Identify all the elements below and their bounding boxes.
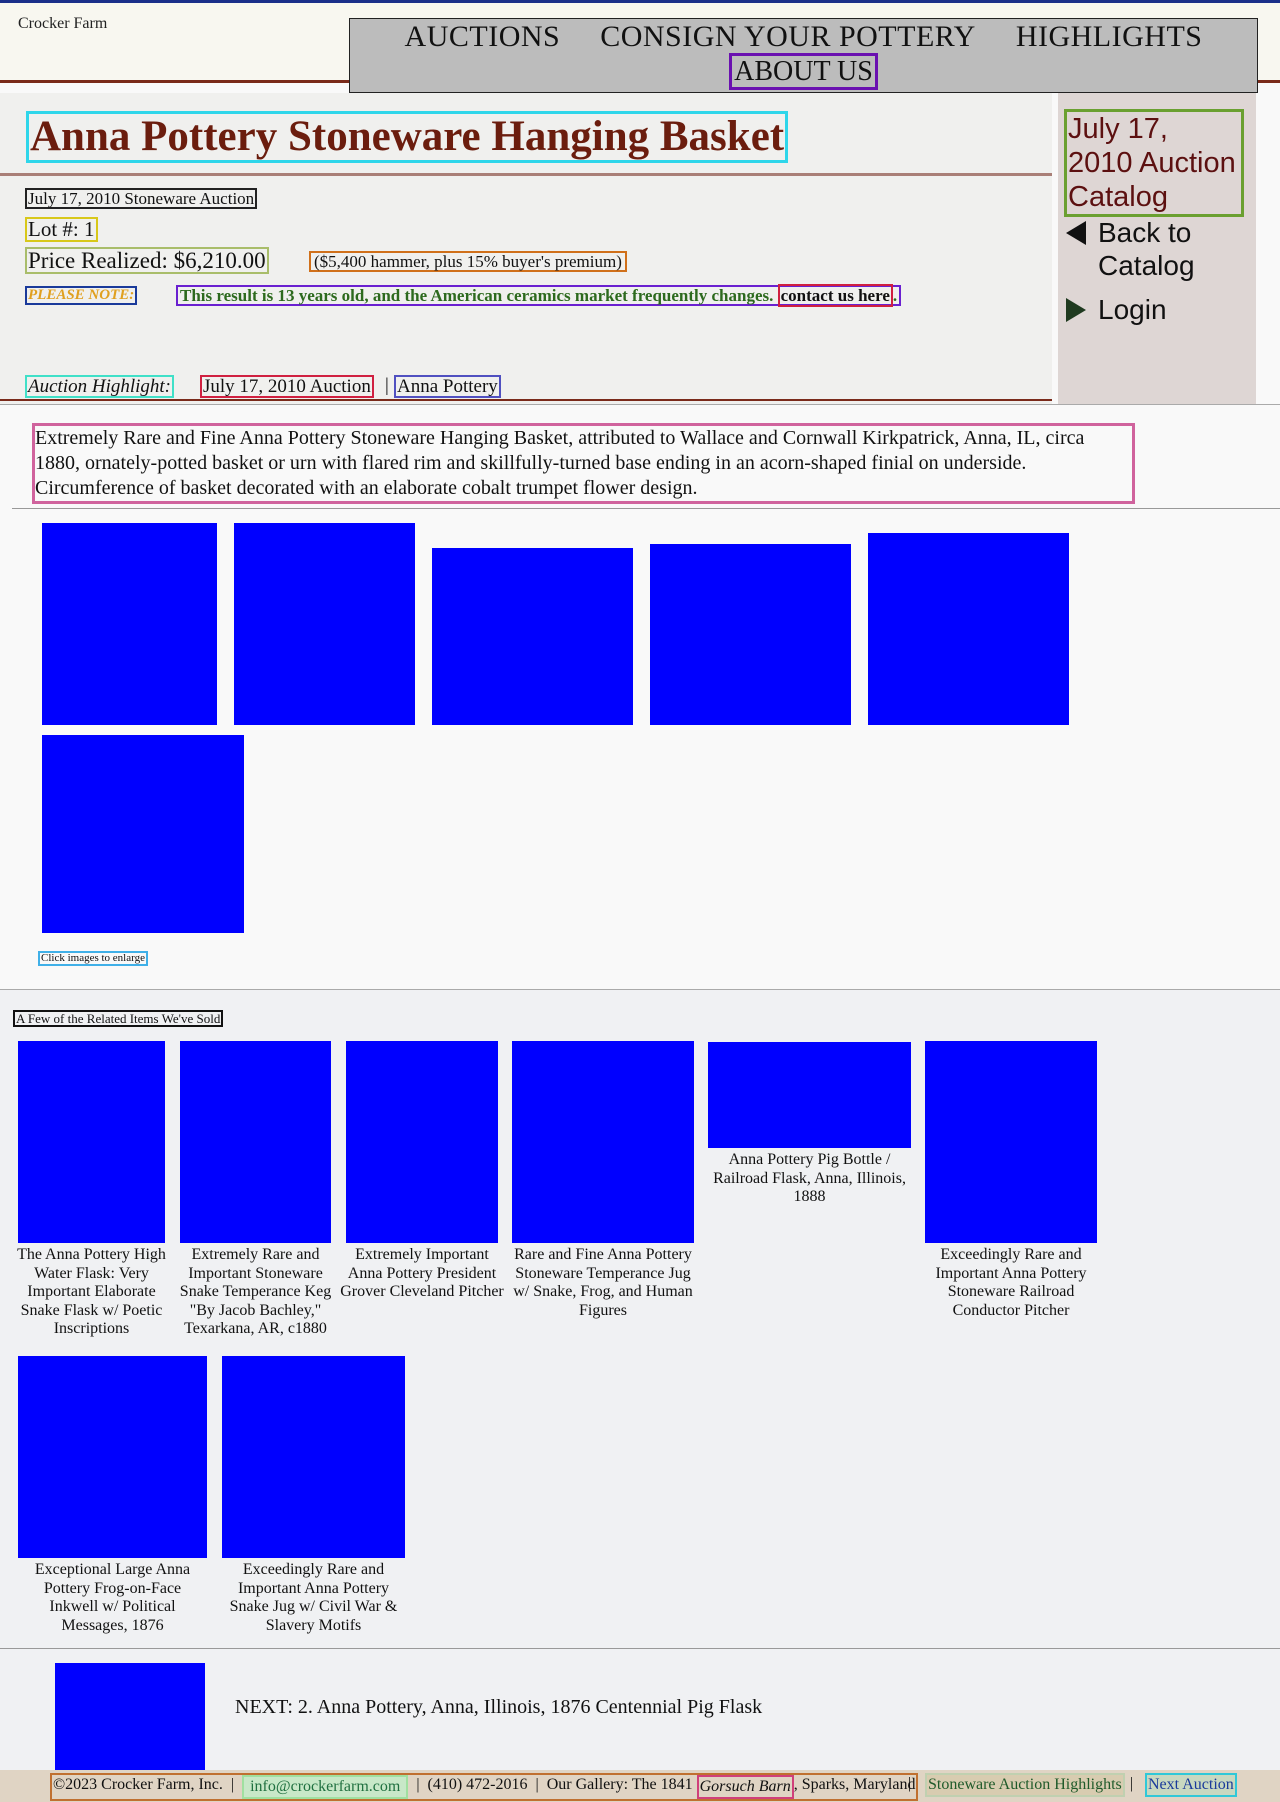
back-label: Back to Catalog <box>1098 217 1195 281</box>
back-to-catalog-link[interactable]: Back to Catalog <box>1066 216 1246 282</box>
catalog-title-link[interactable]: July 17, 2010 Auction Catalog <box>1064 109 1244 217</box>
auction-name[interactable]: July 17, 2010 Stoneware Auction <box>25 188 258 209</box>
related-image-8[interactable] <box>222 1356 405 1558</box>
related-caption-5[interactable]: Anna Pottery Pig Bottle / Railroad Flask… <box>708 1151 911 1207</box>
footer-gallery: Our Gallery: The 1841 <box>546 1776 693 1793</box>
divider <box>0 399 1052 401</box>
related-image-5[interactable] <box>708 1042 911 1148</box>
divider <box>0 1648 1280 1649</box>
footer-barn-link[interactable]: Gorsuch Barn <box>696 1775 794 1799</box>
footer-separator: | <box>1130 1775 1134 1792</box>
price-realized: Price Realized: $6,210.00 <box>25 247 269 274</box>
footer-phone: (410) 472-2016 <box>427 1776 528 1793</box>
lot-image-3[interactable] <box>432 548 633 725</box>
related-image-7[interactable] <box>18 1356 207 1558</box>
related-caption-8[interactable]: Exceedingly Rare and Important Anna Pott… <box>222 1561 405 1635</box>
main-nav: AUCTIONS CONSIGN YOUR POTTERY HIGHLIGHTS… <box>349 18 1258 93</box>
related-caption-3[interactable]: Extremely Important Anna Pottery Preside… <box>340 1246 504 1302</box>
related-caption-4[interactable]: Rare and Fine Anna Pottery Stoneware Tem… <box>512 1246 694 1320</box>
site-logo[interactable]: Crocker Farm <box>18 15 107 33</box>
highlight-separator: | <box>385 375 389 396</box>
related-image-2[interactable] <box>180 1041 331 1243</box>
related-image-1[interactable] <box>18 1041 165 1243</box>
auction-highlight-label: Auction Highlight: <box>25 375 175 398</box>
lot-image-1[interactable] <box>42 523 217 725</box>
nav-consign[interactable]: CONSIGN YOUR POTTERY <box>600 20 976 53</box>
footer-contact: ©2023 Crocker Farm, Inc. | info@crockerf… <box>50 1773 919 1801</box>
site-footer: ©2023 Crocker Farm, Inc. | info@crockerf… <box>0 1770 1280 1802</box>
related-items-section: A Few of the Related Items We've Sold Th… <box>0 989 1280 1801</box>
triangle-left-icon <box>1066 221 1086 245</box>
catalog-sidebar: July 17, 2010 Auction Catalog Back to Ca… <box>1058 93 1256 404</box>
highlight-auction-link[interactable]: July 17, 2010 Auction <box>200 375 374 398</box>
lot-title: Anna Pottery Stoneware Hanging Basket <box>26 111 789 163</box>
footer-copyright: ©2023 Crocker Farm, Inc. <box>53 1776 223 1793</box>
login-link[interactable]: Login <box>1066 294 1167 326</box>
nav-auctions[interactable]: AUCTIONS <box>405 20 561 53</box>
divider <box>0 404 1280 405</box>
contact-us-link[interactable]: contact us here <box>777 284 893 307</box>
divider <box>0 989 1280 990</box>
triangle-right-icon <box>1066 298 1086 322</box>
enlarge-hint: Click images to enlarge <box>38 951 148 966</box>
divider <box>12 508 1280 509</box>
lot-image-5[interactable] <box>868 533 1069 725</box>
related-image-6[interactable] <box>925 1041 1097 1243</box>
notice-text: This result is 13 years old, and the Ame… <box>180 286 774 305</box>
highlight-category-link[interactable]: Anna Pottery <box>394 375 501 398</box>
related-caption-7[interactable]: Exceptional Large Anna Pottery Frog-on-F… <box>23 1561 202 1635</box>
related-image-4[interactable] <box>512 1041 694 1243</box>
footer-separator: | <box>230 1776 235 1793</box>
divider <box>0 173 1052 176</box>
lot-image-2[interactable] <box>234 523 415 725</box>
lot-number: Lot #: 1 <box>25 217 98 242</box>
related-image-3[interactable] <box>346 1041 498 1243</box>
footer-email-link[interactable]: info@crockerfarm.com <box>242 1775 409 1799</box>
lot-info-panel: Anna Pottery Stoneware Hanging Basket Ju… <box>0 93 1052 404</box>
notice-end: . <box>892 286 898 305</box>
lot-image-6[interactable] <box>42 735 244 933</box>
nav-highlights[interactable]: HIGHLIGHTS <box>1016 20 1203 53</box>
footer-separator: | <box>535 1776 539 1793</box>
footer-highlights-link[interactable]: Stoneware Auction Highlights <box>925 1773 1125 1797</box>
related-caption-2[interactable]: Extremely Rare and Important Stoneware S… <box>178 1246 333 1339</box>
please-note-label: PLEASE NOTE: <box>25 286 138 305</box>
result-age-notice: This result is 13 years old, and the Ame… <box>176 284 902 307</box>
footer-separator: | <box>416 1776 420 1793</box>
footer-separator: | <box>908 1775 912 1792</box>
related-heading: A Few of the Related Items We've Sold <box>13 1010 224 1027</box>
related-caption-1[interactable]: The Anna Pottery High Water Flask: Very … <box>13 1246 170 1339</box>
lot-image-4[interactable] <box>650 544 851 725</box>
next-lot-image[interactable] <box>55 1663 205 1782</box>
next-lot-link[interactable]: NEXT: 2. Anna Pottery, Anna, Illinois, 1… <box>235 1696 762 1719</box>
nav-about-us[interactable]: ABOUT US <box>729 53 878 90</box>
footer-next-auction-link[interactable]: Next Auction <box>1145 1773 1237 1797</box>
login-label: Login <box>1098 294 1167 325</box>
lot-description: Extremely Rare and Fine Anna Pottery Sto… <box>32 423 1135 504</box>
buyers-premium-note: ($5,400 hammer, plus 15% buyer's premium… <box>309 251 627 272</box>
related-caption-6[interactable]: Exceedingly Rare and Important Anna Pott… <box>925 1246 1097 1320</box>
footer-location: , Sparks, Maryland <box>793 1776 916 1793</box>
